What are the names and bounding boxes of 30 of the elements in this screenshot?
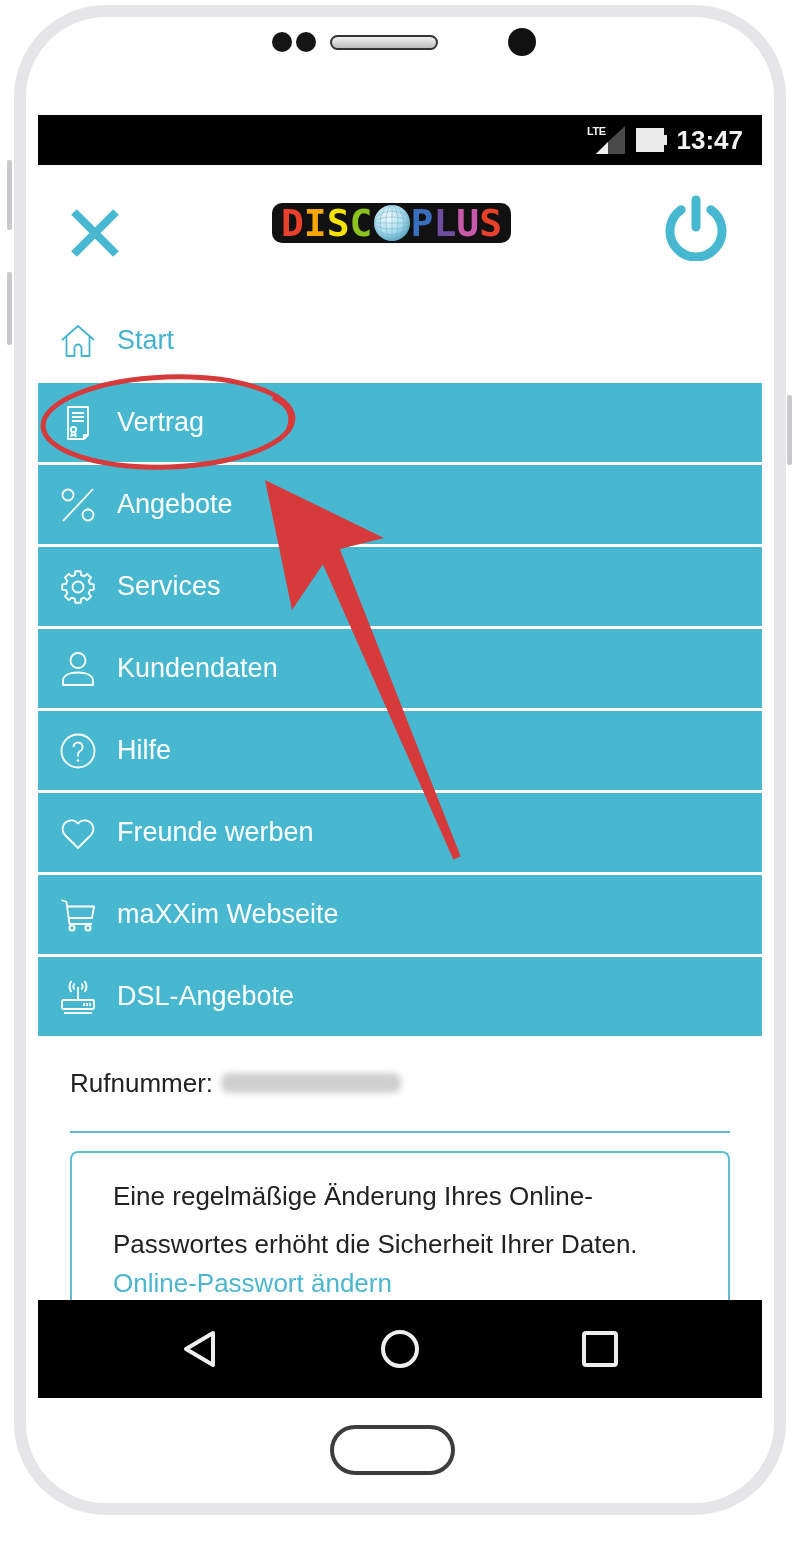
router-icon [60, 978, 96, 1015]
change-password-link[interactable]: Online-Passwort ändern [113, 1268, 392, 1298]
help-icon [60, 732, 96, 769]
notice-text: Eine regelmäßige Änderung Ihres Online-Passwortes erhöht die Sicherheit Ihrer Daten. [113, 1180, 639, 1261]
menu-item[interactable]: DSL-Angebote [38, 957, 762, 1036]
house-icon [60, 322, 96, 359]
clock: 13:47 [676, 125, 743, 155]
menu-item[interactable]: Angebote [38, 465, 762, 544]
menu-item[interactable]: Services [38, 547, 762, 626]
home-button[interactable] [330, 1425, 455, 1475]
recent-apps-icon[interactable] [580, 1329, 620, 1369]
cart-icon [60, 896, 96, 933]
menu-item[interactable]: maXXim Webseite [38, 875, 762, 954]
home-icon[interactable] [380, 1329, 420, 1369]
battery-icon [635, 128, 667, 152]
disco-ball-icon [373, 205, 410, 241]
close-icon[interactable] [70, 208, 120, 258]
sensor-dot [296, 32, 316, 52]
menu-item[interactable]: Freunde werben [38, 793, 762, 872]
sensor-dot [272, 32, 292, 52]
menu-item[interactable]: Hilfe [38, 711, 762, 790]
menu-item[interactable]: Vertrag [38, 383, 762, 462]
front-camera [508, 28, 536, 56]
phone-number-label: Rufnummer: [70, 1067, 214, 1100]
gear-icon [60, 568, 96, 605]
menu-item[interactable]: Kundendaten [38, 629, 762, 708]
network-type-label: LTE [587, 125, 606, 137]
power-icon[interactable] [665, 195, 727, 261]
person-icon [60, 650, 96, 687]
percent-icon [60, 486, 96, 523]
